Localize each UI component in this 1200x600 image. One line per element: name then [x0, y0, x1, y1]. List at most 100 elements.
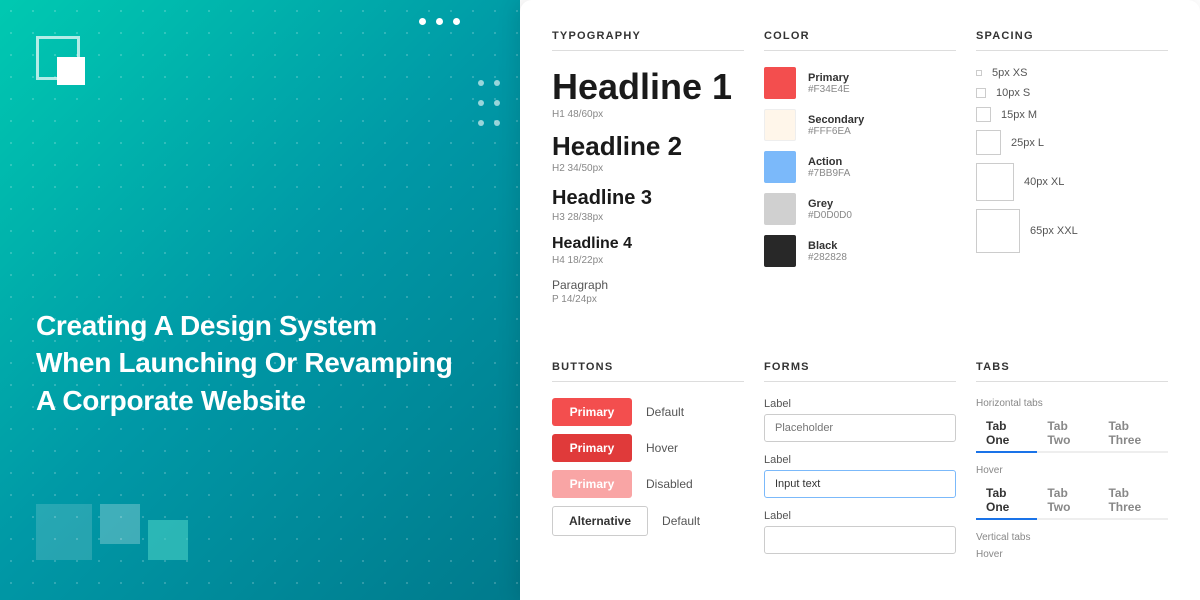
- spacing-header: SPACING: [976, 30, 1168, 51]
- buttons-section: BUTTONS Primary Default Primary Hover Pr…: [552, 361, 744, 566]
- form-label-2: Label: [764, 454, 956, 466]
- top-grid: TYPOGRAPHY Headline 1 H1 48/60px Headlin…: [552, 30, 1168, 317]
- spacing-box-xxl: [976, 209, 1020, 253]
- tab-vertical-area: Hover: [976, 549, 1168, 560]
- form-label-3: Label: [764, 510, 956, 522]
- form-input-placeholder[interactable]: [764, 414, 956, 442]
- deco-squares: [36, 504, 188, 560]
- color-action: Action #7BB9FA: [764, 151, 956, 183]
- color-swatch-secondary: [764, 109, 796, 141]
- btn-label-default: Default: [646, 405, 684, 419]
- type-h4-sub: H4 18/22px: [552, 255, 744, 266]
- spacing-section: SPACING 5px XS 10px S 15px M 25px L 40px…: [976, 30, 1168, 317]
- btn-primary-disabled[interactable]: Primary: [552, 470, 632, 498]
- color-grey: Grey #D0D0D0: [764, 193, 956, 225]
- spacing-box-m: [976, 107, 991, 122]
- spacing-box-xs: [976, 70, 982, 76]
- btn-primary-hover[interactable]: Primary: [552, 434, 632, 462]
- color-swatch-grey: [764, 193, 796, 225]
- type-h1-text: Headline 1: [552, 67, 744, 107]
- logo: [36, 36, 80, 80]
- side-dots: [478, 80, 500, 126]
- logo-inner-square: [57, 57, 85, 85]
- btn-row-disabled: Primary Disabled: [552, 470, 744, 498]
- btn-row-alt: Alternative Default: [552, 506, 744, 536]
- type-h2-sub: H2 34/50px: [552, 163, 744, 174]
- spacing-box-l: [976, 130, 1001, 155]
- type-h3-text: Headline 3: [552, 186, 744, 210]
- logo-outer-square: [36, 36, 80, 80]
- spacing-l: 25px L: [976, 130, 1168, 155]
- color-swatch-primary: [764, 67, 796, 99]
- typography-section: TYPOGRAPHY Headline 1 H1 48/60px Headlin…: [552, 30, 744, 317]
- type-h4-text: Headline 4: [552, 235, 744, 253]
- color-black: Black #282828: [764, 235, 956, 267]
- tab-three[interactable]: Tab Three: [1098, 415, 1168, 451]
- left-panel: Creating A Design System When Launching …: [0, 0, 520, 600]
- right-panel: TYPOGRAPHY Headline 1 H1 48/60px Headlin…: [520, 0, 1200, 600]
- tabs-hover-label: Hover: [976, 465, 1168, 476]
- spacing-label-s: 10px S: [996, 87, 1030, 99]
- tab-three-hover[interactable]: Tab Three: [1098, 482, 1168, 518]
- logo-squares: [36, 36, 80, 80]
- btn-label-hover: Hover: [646, 441, 678, 455]
- tab-two-hover[interactable]: Tab Two: [1037, 482, 1098, 518]
- spacing-label-xl: 40px XL: [1024, 176, 1064, 188]
- tabs-vertical-label: Vertical tabs: [976, 532, 1168, 543]
- form-item-empty: Label: [764, 510, 956, 554]
- typography-header: TYPOGRAPHY: [552, 30, 744, 51]
- type-h3-sub: H3 28/38px: [552, 212, 744, 223]
- btn-row-hover: Primary Hover: [552, 434, 744, 462]
- form-item-placeholder: Label: [764, 398, 956, 442]
- color-info-action: Action #7BB9FA: [808, 156, 850, 179]
- color-section: COLOR Primary #F34E4E Secondary #FFF6EA: [764, 30, 956, 317]
- type-h1-item: Headline 1 H1 48/60px: [552, 67, 744, 120]
- tab-one-hover-active[interactable]: Tab One: [976, 482, 1037, 520]
- form-input-empty[interactable]: [764, 526, 956, 554]
- btn-label-disabled: Disabled: [646, 477, 693, 491]
- deco-square-1: [36, 504, 92, 560]
- type-h4-item: Headline 4 H4 18/22px: [552, 235, 744, 266]
- form-item-filled: Label: [764, 454, 956, 498]
- hero-text: Creating A Design System When Launching …: [36, 307, 484, 420]
- spacing-label-l: 25px L: [1011, 137, 1044, 149]
- spacing-label-xxl: 65px XXL: [1030, 225, 1078, 237]
- top-dot-3: [453, 18, 460, 25]
- spacing-label-xs: 5px XS: [992, 67, 1027, 79]
- tab-two[interactable]: Tab Two: [1037, 415, 1098, 451]
- tab-row-hover: Tab One Tab Two Tab Three: [976, 482, 1168, 520]
- spacing-box-xl: [976, 163, 1014, 201]
- forms-section: FORMS Label Label Label: [764, 361, 956, 566]
- type-p-sub: P 14/24px: [552, 294, 744, 305]
- top-dots: [419, 18, 460, 25]
- type-p-item: Paragraph P 14/24px: [552, 278, 744, 305]
- btn-row-default: Primary Default: [552, 398, 744, 426]
- spacing-s: 10px S: [976, 87, 1168, 99]
- btn-alternative-default[interactable]: Alternative: [552, 506, 648, 536]
- color-info-grey: Grey #D0D0D0: [808, 198, 852, 221]
- color-info-primary: Primary #F34E4E: [808, 72, 850, 95]
- hero-title: Creating A Design System When Launching …: [36, 307, 484, 420]
- tab-row-horizontal: Tab One Tab Two Tab Three: [976, 415, 1168, 453]
- type-h2-text: Headline 2: [552, 132, 744, 162]
- color-swatch-action: [764, 151, 796, 183]
- type-h1-sub: H1 48/60px: [552, 109, 744, 120]
- color-primary: Primary #F34E4E: [764, 67, 956, 99]
- btn-primary-default[interactable]: Primary: [552, 398, 632, 426]
- form-input-filled[interactable]: [764, 470, 956, 498]
- type-p-text: Paragraph: [552, 278, 744, 292]
- tabs-vertical-hover: Hover: [976, 549, 1003, 560]
- buttons-header: BUTTONS: [552, 361, 744, 382]
- spacing-label-m: 15px M: [1001, 109, 1037, 121]
- color-info-black: Black #282828: [808, 240, 847, 263]
- color-header: COLOR: [764, 30, 956, 51]
- color-secondary: Secondary #FFF6EA: [764, 109, 956, 141]
- top-dot-1: [419, 18, 426, 25]
- form-label-1: Label: [764, 398, 956, 410]
- color-info-secondary: Secondary #FFF6EA: [808, 114, 864, 137]
- deco-square-3: [148, 520, 188, 560]
- tabs-horizontal-label: Horizontal tabs: [976, 398, 1168, 409]
- type-h3-item: Headline 3 H3 28/38px: [552, 186, 744, 223]
- spacing-box-s: [976, 88, 986, 98]
- tab-one-active[interactable]: Tab One: [976, 415, 1037, 453]
